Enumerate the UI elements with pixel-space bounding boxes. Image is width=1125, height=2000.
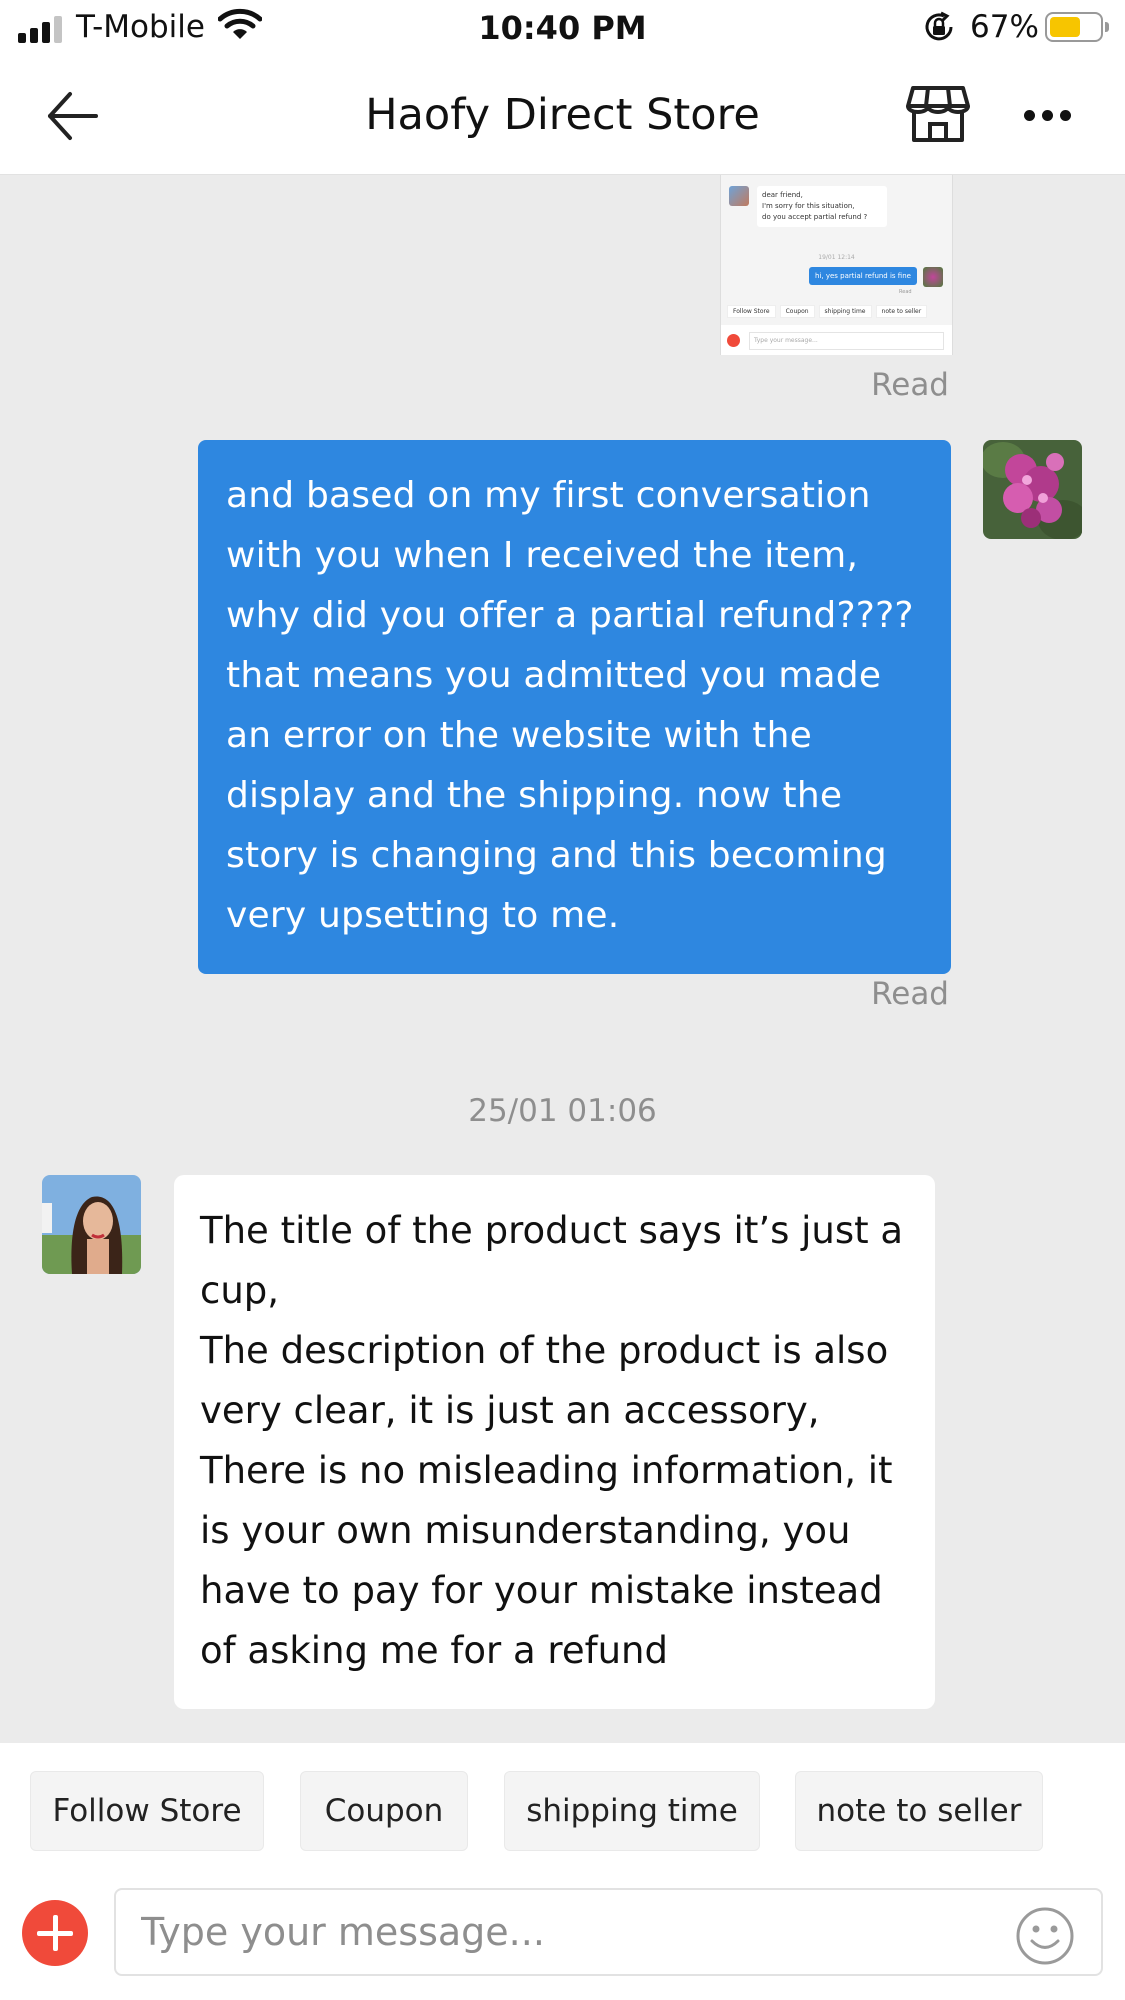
preview-quick-replies: Follow Store Coupon shipping time note t…: [727, 305, 946, 318]
more-icon[interactable]: [1018, 104, 1078, 128]
message-timestamp: 25/01 01:06: [468, 1093, 657, 1129]
preview-outgoing-message: hi, yes partial refund is fine: [809, 267, 917, 285]
emoji-icon[interactable]: [1015, 1906, 1075, 1966]
battery-percent: 67%: [970, 9, 1039, 45]
message-line: There is no misleading information, it i…: [200, 1449, 893, 1672]
preview-incoming-message: dear friend, I'm sorry for this situatio…: [757, 186, 887, 227]
quick-reply-coupon[interactable]: Coupon: [300, 1771, 468, 1851]
preview-input-bar: Type your message...: [721, 325, 952, 355]
seller-avatar-mini: [729, 186, 749, 206]
read-receipt: Read: [871, 367, 949, 403]
seller-avatar[interactable]: [42, 1175, 141, 1274]
composer-bar: [0, 1870, 1125, 2000]
message-input[interactable]: [114, 1888, 1103, 1976]
message-line: The title of the product says it’s just …: [200, 1209, 904, 1312]
preview-timestamp: 19/01 12:14: [818, 254, 855, 261]
preview-plus-icon: [727, 334, 740, 347]
quick-reply-bar: Follow Store Coupon shipping time note t…: [0, 1743, 1125, 1870]
quick-reply-shipping-time[interactable]: shipping time: [504, 1771, 760, 1851]
clock: 10:40 PM: [478, 9, 647, 47]
plus-icon[interactable]: [22, 1900, 88, 1966]
battery-icon: [1045, 12, 1109, 42]
status-bar: T-Mobile 10:40 PM 67%: [0, 0, 1125, 58]
incoming-message-bubble[interactable]: The title of the product says it’s just …: [174, 1175, 935, 1709]
user-avatar-mini: [923, 267, 943, 287]
orientation-lock-icon: [925, 11, 953, 41]
quick-reply-follow-store[interactable]: Follow Store: [30, 1771, 264, 1851]
message-line: The description of the product is also v…: [200, 1329, 889, 1432]
read-receipt: Read: [871, 976, 949, 1012]
outgoing-message-bubble[interactable]: and based on my first conversation with …: [198, 440, 951, 974]
preview-input-placeholder: Type your message...: [749, 332, 944, 350]
store-icon[interactable]: [905, 84, 971, 144]
preview-read-label: Read: [899, 289, 912, 295]
quick-reply-note-to-seller[interactable]: note to seller: [795, 1771, 1043, 1851]
user-avatar[interactable]: [983, 440, 1082, 539]
nav-bar: Haofy Direct Store: [0, 58, 1125, 175]
sent-screenshot-image[interactable]: dear friend, I'm sorry for this situatio…: [720, 175, 953, 355]
chat-thread[interactable]: dear friend, I'm sorry for this situatio…: [0, 175, 1125, 1742]
